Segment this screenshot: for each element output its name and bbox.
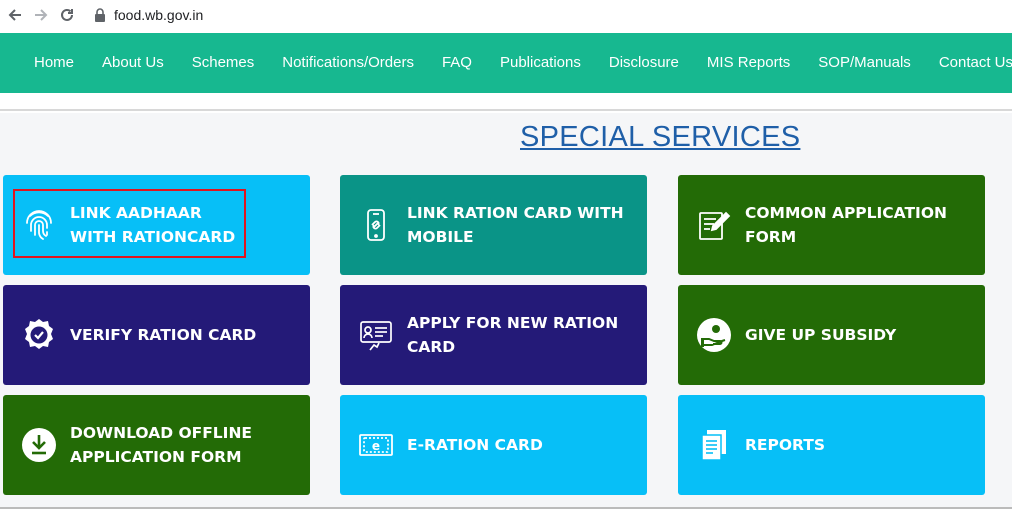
tile-reports[interactable]: REPORTS: [678, 395, 985, 495]
tile-apply-new-ration-card[interactable]: APPLY FOR NEW RATION CARD: [340, 285, 647, 385]
download-icon: [19, 425, 59, 465]
nav-schemes[interactable]: Schemes: [178, 33, 269, 93]
tile-label: COMMON APPLICATION FORM: [745, 204, 947, 246]
nav-faq[interactable]: FAQ: [428, 33, 486, 93]
nav-home[interactable]: Home: [20, 33, 88, 93]
tile-link-aadhaar[interactable]: LINK AADHAAR WITH RATIONCARD: [3, 175, 310, 275]
nav-mis-reports[interactable]: MIS Reports: [693, 33, 804, 93]
fingerprint-icon: [19, 205, 59, 245]
browser-toolbar: food.wb.gov.in: [0, 0, 1012, 30]
nav-divider: [0, 93, 1012, 111]
main-nav: Home About Us Schemes Notifications/Orde…: [0, 33, 1012, 93]
tile-download-offline-form[interactable]: DOWNLOAD OFFLINE APPLICATION FORM: [3, 395, 310, 495]
arrow-left-icon: [8, 9, 21, 21]
reload-icon: [61, 8, 73, 21]
e-card-icon: e: [356, 425, 396, 465]
tile-e-ration-card[interactable]: e E-RATION CARD: [340, 395, 647, 495]
tile-give-up-subsidy[interactable]: GIVE UP SUBSIDY: [678, 285, 985, 385]
section-title[interactable]: SPECIAL SERVICES: [520, 121, 800, 154]
nav-about-us[interactable]: About Us: [88, 33, 178, 93]
tile-common-application-form[interactable]: COMMON APPLICATION FORM: [678, 175, 985, 275]
nav-contact-us[interactable]: Contact Us: [925, 33, 1012, 93]
form-edit-icon: [694, 205, 734, 245]
tile-label: LINK AADHAAR WITH RATIONCARD: [70, 204, 236, 246]
nav-notifications-orders[interactable]: Notifications/Orders: [268, 33, 428, 93]
tile-label: REPORTS: [745, 436, 826, 454]
mobile-link-icon: [356, 205, 396, 245]
nav-sop-manuals[interactable]: SOP/Manuals: [804, 33, 925, 93]
arrow-right-icon: [35, 9, 48, 21]
reload-button[interactable]: [56, 4, 78, 26]
address-bar[interactable]: food.wb.gov.in: [94, 3, 203, 27]
svg-text:e: e: [372, 439, 380, 453]
tile-label: GIVE UP SUBSIDY: [745, 326, 897, 344]
nav-disclosure[interactable]: Disclosure: [595, 33, 693, 93]
give-up-hand-icon: [694, 315, 734, 355]
apply-card-icon: [356, 315, 396, 355]
tile-label: APPLY FOR NEW RATION CARD: [407, 314, 619, 356]
lock-icon: [95, 8, 105, 22]
back-button[interactable]: [4, 4, 26, 26]
reports-icon: [694, 425, 734, 465]
tile-label: DOWNLOAD OFFLINE APPLICATION FORM: [70, 424, 253, 466]
url-text: food.wb.gov.in: [114, 7, 204, 23]
tile-label: VERIFY RATION CARD: [70, 326, 257, 344]
special-services-section: SPECIAL SERVICES LINK AADHAAR WITH RATIO…: [0, 113, 1012, 509]
tile-verify-ration-card[interactable]: VERIFY RATION CARD: [3, 285, 310, 385]
forward-button[interactable]: [30, 4, 52, 26]
tile-label: LINK RATION CARD WITH MOBILE: [407, 204, 624, 246]
verified-badge-icon: [19, 315, 59, 355]
nav-publications[interactable]: Publications: [486, 33, 595, 93]
tile-label: E-RATION CARD: [407, 436, 543, 454]
tile-link-mobile[interactable]: LINK RATION CARD WITH MOBILE: [340, 175, 647, 275]
